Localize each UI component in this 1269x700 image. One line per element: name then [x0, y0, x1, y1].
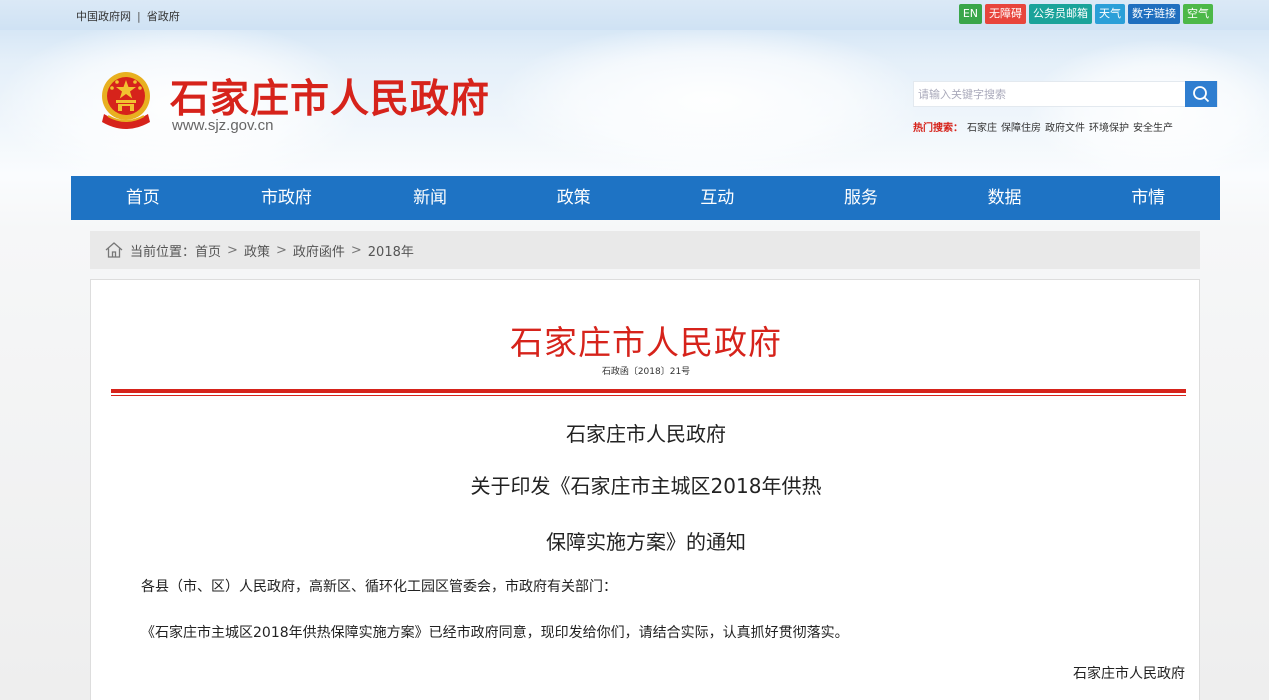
breadcrumb-label: 当前位置： — [130, 244, 196, 260]
breadcrumb: 当前位置： 首页 > 政策 > 政府函件 > 2018年 — [90, 231, 1200, 269]
breadcrumb-separator: > — [227, 242, 238, 258]
nav-interaction[interactable]: 互动 — [646, 176, 790, 220]
document-title-line: 保障实施方案》的通知 — [546, 530, 746, 554]
red-divider — [111, 389, 1186, 393]
nav-news[interactable]: 新闻 — [358, 176, 502, 220]
document-title-line: 石家庄市人民政府 — [566, 422, 726, 446]
breadcrumb-item[interactable]: 政府函件 — [293, 241, 345, 260]
nav-city-gov[interactable]: 市政府 — [215, 176, 359, 220]
site-url[interactable]: www.sjz.gov.cn — [172, 117, 273, 134]
search-button[interactable] — [1185, 81, 1217, 107]
badge-digital-links[interactable]: 数字链接 — [1128, 4, 1180, 24]
document-number: 石政函〔2018〕21号 — [601, 367, 691, 377]
link-separator: | — [137, 9, 141, 23]
hot-term[interactable]: 环境保护 — [1089, 119, 1129, 134]
top-badges: EN 无障碍 公务员邮箱 天气 数字链接 空气 — [958, 4, 1213, 24]
link-china-gov[interactable]: 中国政府网 — [76, 8, 131, 24]
nav-policy[interactable]: 政策 — [502, 176, 646, 220]
document-signature: 石家庄市人民政府 — [1073, 666, 1185, 682]
main-nav: 首页 市政府 新闻 政策 互动 服务 数据 市情 — [71, 176, 1220, 220]
top-bar: 中国政府网 | 省政府 EN 无障碍 公务员邮箱 天气 数字链接 空气 — [0, 0, 1269, 30]
nav-home[interactable]: 首页 — [71, 176, 215, 220]
document-recipients: 各县（市、区）人民政府，高新区、循环化工园区管委会，市政府有关部门： — [141, 579, 617, 595]
nav-city-info[interactable]: 市情 — [1076, 176, 1220, 220]
hot-term[interactable]: 安全生产 — [1133, 119, 1173, 134]
document-title-line: 关于印发《石家庄市主城区2018年供热 — [470, 474, 822, 498]
document-issuer-header: 石家庄市人民政府 — [510, 323, 782, 362]
cloud-decoration — [500, 25, 920, 175]
nav-service[interactable]: 服务 — [789, 176, 933, 220]
badge-air[interactable]: 空气 — [1183, 4, 1213, 24]
search-icon — [1193, 86, 1210, 103]
nav-data[interactable]: 数据 — [933, 176, 1077, 220]
badge-weather[interactable]: 天气 — [1095, 4, 1125, 24]
search-input[interactable] — [914, 82, 1186, 106]
hot-search: 热门搜索： 石家庄 保障住房 政府文件 环境保护 安全生产 — [913, 119, 1173, 134]
site-title[interactable]: 石家庄市人民政府 — [170, 68, 490, 124]
hot-term[interactable]: 石家庄 — [967, 119, 997, 134]
breadcrumb-item[interactable]: 2018年 — [368, 241, 414, 260]
top-links: 中国政府网 | 省政府 — [76, 8, 180, 24]
link-province-gov[interactable]: 省政府 — [147, 8, 180, 24]
document-panel: 石家庄市人民政府 石政函〔2018〕21号 石家庄市人民政府 关于印发《石家庄市… — [90, 279, 1200, 700]
badge-accessibility[interactable]: 无障碍 — [985, 4, 1026, 24]
hot-term[interactable]: 政府文件 — [1045, 119, 1085, 134]
search-box — [913, 81, 1218, 107]
hot-search-label: 热门搜索： — [913, 123, 963, 134]
breadcrumb-separator: > — [350, 242, 362, 258]
national-emblem-icon[interactable] — [96, 66, 156, 132]
badge-en[interactable]: EN — [958, 4, 982, 24]
badge-staff-mail[interactable]: 公务员邮箱 — [1029, 4, 1092, 24]
home-icon — [105, 242, 123, 258]
breadcrumb-item[interactable]: 政策 — [244, 241, 270, 260]
red-divider-thin — [111, 395, 1186, 396]
breadcrumb-separator: > — [275, 242, 287, 258]
document-body: 《石家庄市主城区2018年供热保障实施方案》已经市政府同意，现印发给你们，请结合… — [141, 625, 849, 641]
hot-term[interactable]: 保障住房 — [1001, 119, 1041, 134]
breadcrumb-item[interactable]: 首页 — [195, 241, 221, 260]
